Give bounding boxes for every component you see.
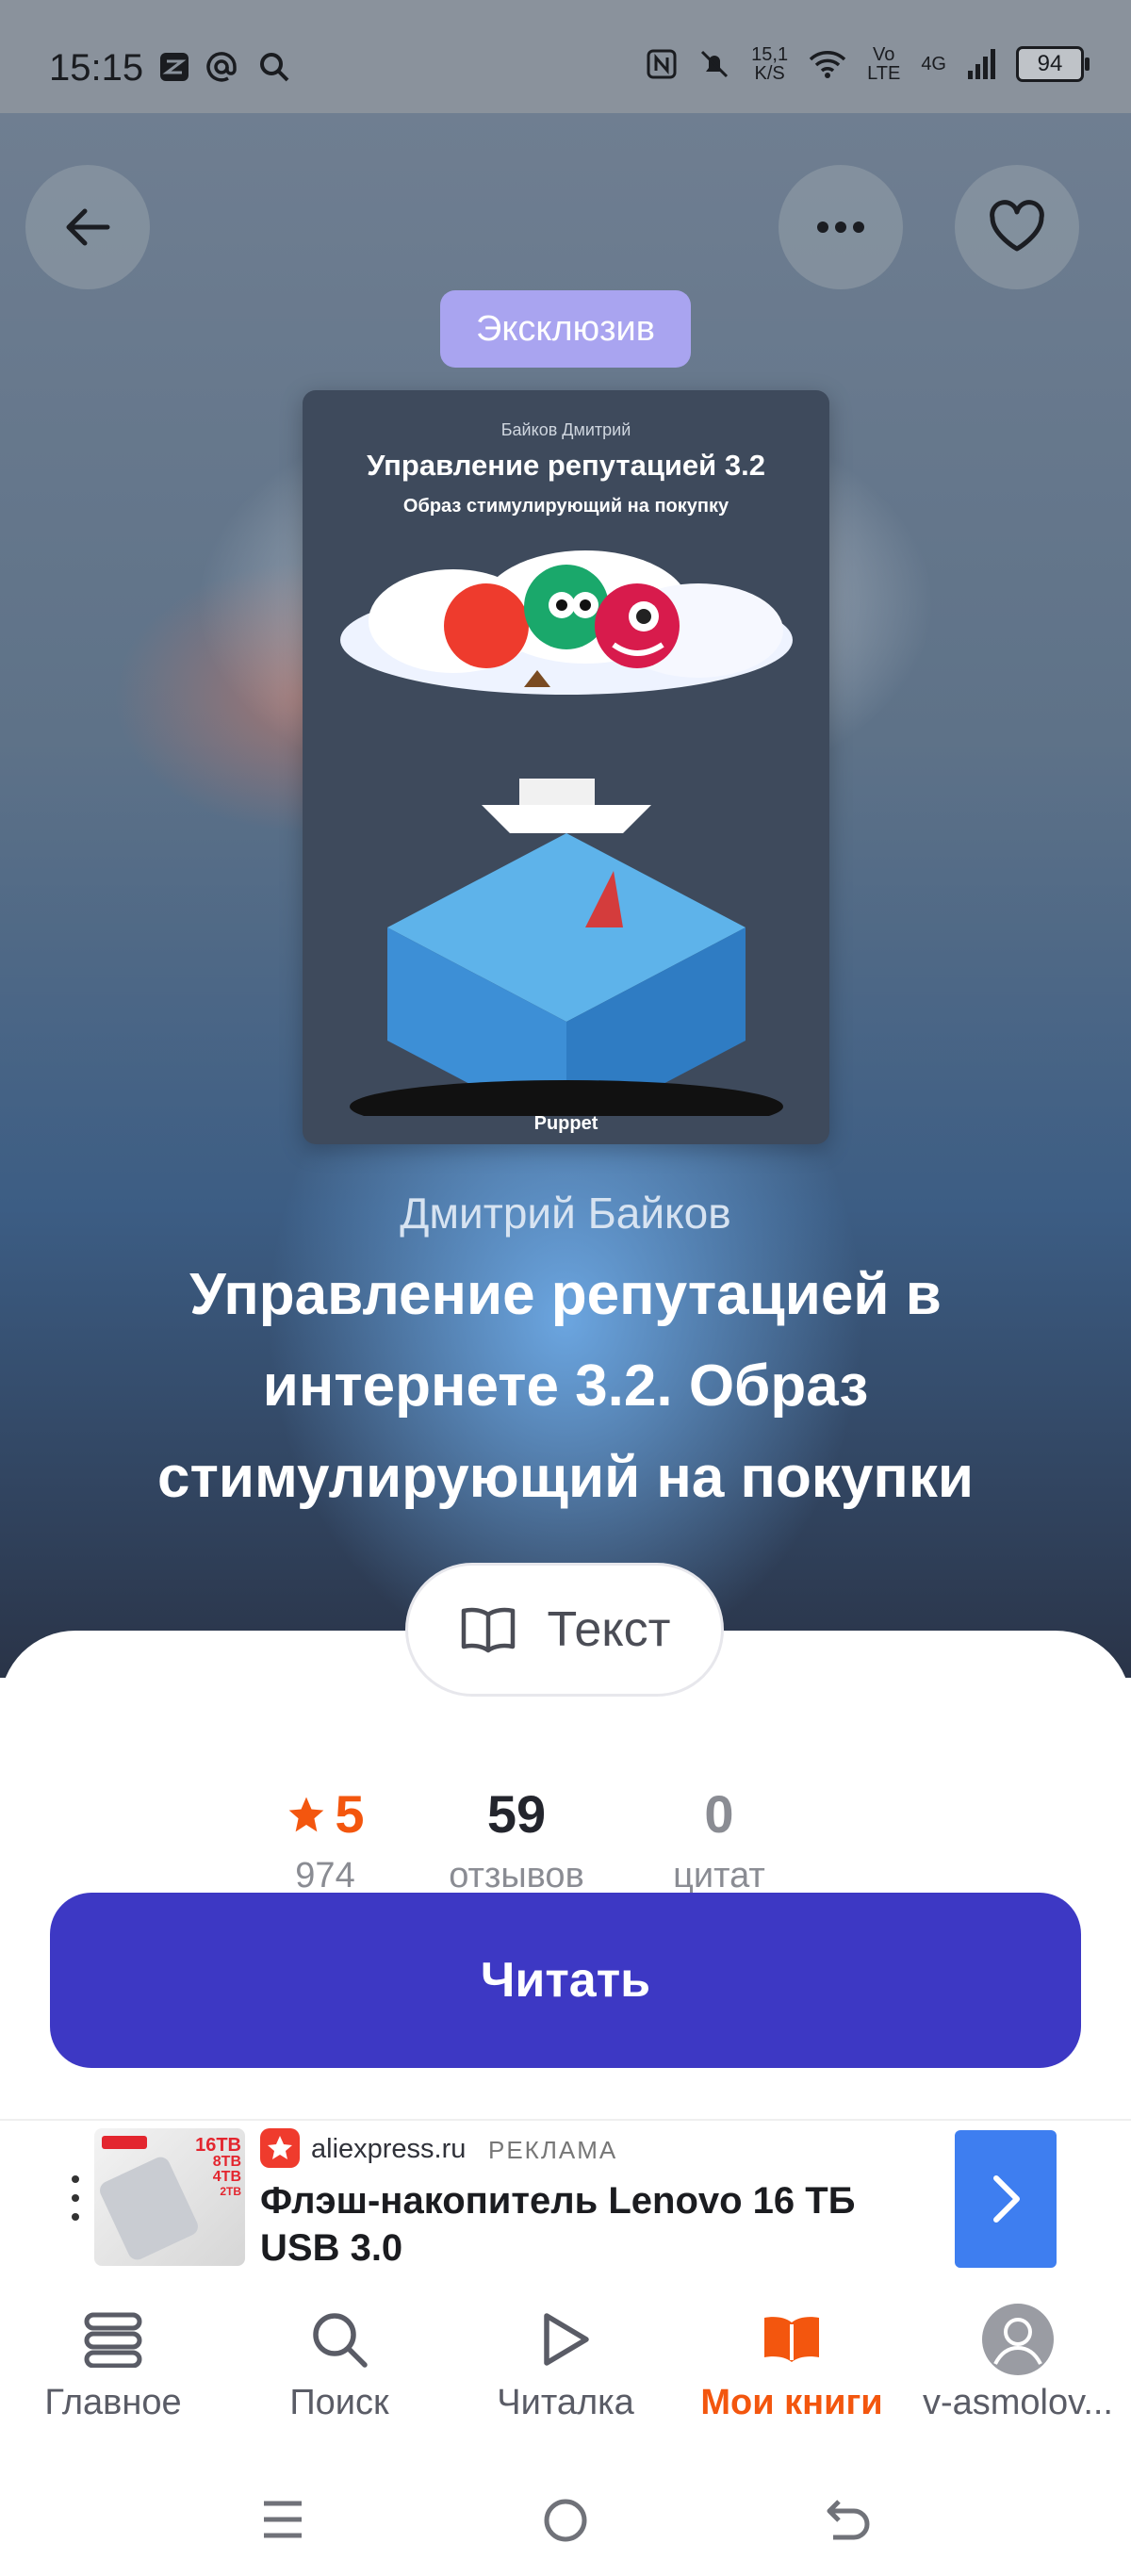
book-stats: 5 974 59 отзывов 0 цитат bbox=[0, 1781, 1131, 1895]
tab-my-books[interactable]: Мои книги bbox=[679, 2302, 905, 2423]
quotes-label: цитат bbox=[673, 1856, 765, 1895]
usb-drive-image bbox=[96, 2154, 202, 2263]
tab-search-label: Поиск bbox=[289, 2383, 389, 2422]
ad-thumbnail: 16TB 8TB 4TB 2TB bbox=[94, 2128, 245, 2266]
app-notification-icon bbox=[160, 53, 188, 81]
tab-reader-label: Читалка bbox=[497, 2383, 634, 2422]
stat-reviews[interactable]: 59 отзывов bbox=[422, 1781, 611, 1895]
mute-bell-icon bbox=[701, 50, 729, 78]
back-button[interactable] bbox=[25, 165, 150, 289]
tab-profile[interactable]: v-asmolov... bbox=[905, 2302, 1131, 2423]
status-bar: 15:15 15,1 K/S Vo LTE 4G 94 bbox=[0, 0, 1131, 113]
ad-domain: aliexpress.ru bbox=[311, 2134, 467, 2164]
nfc-icon bbox=[647, 49, 677, 79]
book-title: Управление репутацией в интернете 3.2. О… bbox=[156, 1262, 974, 1510]
back-nav-icon[interactable] bbox=[824, 2496, 873, 2545]
format-button[interactable]: Текст bbox=[405, 1563, 724, 1697]
book-author[interactable]: Дмитрий Байков bbox=[0, 1188, 1131, 1239]
bottom-tab-bar: Главное Поиск Читалка Мои книги v-asmolo… bbox=[0, 2273, 1131, 2462]
recent-apps-icon[interactable] bbox=[260, 2498, 305, 2541]
home-circle-icon[interactable] bbox=[543, 2498, 588, 2543]
lenovo-logo bbox=[102, 2136, 147, 2149]
home-stack-icon bbox=[84, 2312, 142, 2368]
quotes-value: 0 bbox=[704, 1784, 734, 1844]
book-hero: Эксклюзив Байков Дмитрий Управление репу… bbox=[0, 113, 1131, 1678]
network-type: 4G bbox=[921, 53, 946, 74]
play-icon bbox=[544, 2313, 589, 2366]
ad-open-button[interactable] bbox=[955, 2130, 1057, 2268]
book-cover[interactable]: Байков Дмитрий Управление репутацией 3.2… bbox=[303, 390, 829, 1144]
heart-icon bbox=[990, 200, 1044, 252]
ad-capacities: 16TB 8TB 4TB 2TB bbox=[195, 2135, 241, 2198]
status-right: 15,1 K/S Vo LTE 4G 94 bbox=[646, 44, 1090, 84]
search-status-icon bbox=[260, 53, 289, 82]
volte-indicator: Vo LTE bbox=[867, 44, 901, 84]
book-open-icon bbox=[764, 2317, 819, 2362]
signal-icon bbox=[968, 49, 995, 79]
ad-banner[interactable]: 16TB 8TB 4TB 2TB aliexpress.ru РЕКЛАМА Флэш… bbox=[0, 2119, 1131, 2275]
chevron-right-icon bbox=[993, 2175, 1020, 2223]
status-time: 15:15 bbox=[49, 47, 144, 89]
cover-author: Байков Дмитрий bbox=[500, 420, 631, 439]
system-nav-bar bbox=[0, 2462, 1131, 2576]
avatar-icon bbox=[982, 2304, 1054, 2375]
open-book-icon bbox=[461, 1607, 515, 1653]
ad-label: РЕКЛАМА bbox=[488, 2136, 618, 2164]
more-horizontal-icon bbox=[817, 222, 864, 233]
tab-search[interactable]: Поиск bbox=[226, 2302, 452, 2423]
cover-title: Управление репутацией 3.2 bbox=[367, 449, 765, 482]
reviews-value: 59 bbox=[486, 1784, 547, 1844]
tab-reader[interactable]: Читалка bbox=[452, 2302, 679, 2423]
battery-indicator: 94 bbox=[1016, 46, 1090, 82]
cover-subtitle: Образ стимулирующий на покупку bbox=[402, 496, 729, 517]
tab-home-label: Главное bbox=[44, 2383, 182, 2422]
reviews-label: отзывов bbox=[449, 1856, 584, 1895]
ad-menu-icon[interactable] bbox=[72, 2175, 79, 2221]
search-icon bbox=[313, 2313, 368, 2368]
rating-count: 974 bbox=[295, 1856, 355, 1895]
arrow-left-icon bbox=[66, 208, 110, 246]
stat-rating[interactable]: 5 974 bbox=[231, 1781, 419, 1895]
read-button[interactable]: Читать bbox=[50, 1893, 1081, 2068]
wifi-icon bbox=[809, 51, 846, 78]
network-speed: 15,1 K/S bbox=[751, 44, 789, 84]
rating-value: 5 bbox=[335, 1784, 365, 1844]
cover-illustration bbox=[340, 550, 793, 1116]
favorite-button[interactable] bbox=[955, 165, 1079, 289]
ad-title[interactable]: Флэш-накопитель Lenovo 16 ТБ USB 3.0 bbox=[260, 2177, 920, 2272]
format-label: Текст bbox=[547, 1602, 671, 1657]
stat-quotes[interactable]: 0 цитат bbox=[625, 1781, 813, 1895]
aliexpress-logo-icon bbox=[260, 2128, 300, 2168]
tab-home[interactable]: Главное bbox=[0, 2302, 226, 2423]
tab-profile-label: v-asmolov... bbox=[922, 2383, 1113, 2422]
tab-my-books-label: Мои книги bbox=[700, 2383, 883, 2422]
more-button[interactable] bbox=[779, 165, 903, 289]
at-sign-icon bbox=[206, 52, 237, 82]
cover-publisher: Puppet bbox=[533, 1113, 598, 1134]
exclusive-badge: Эксклюзив bbox=[440, 290, 691, 368]
star-icon bbox=[289, 1797, 324, 1832]
